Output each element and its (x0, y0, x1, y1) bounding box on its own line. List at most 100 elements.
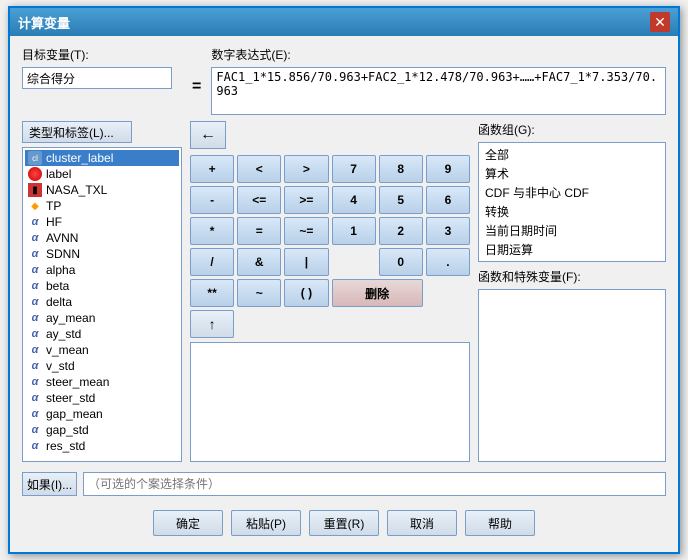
multiply-button[interactable]: * (190, 217, 234, 245)
alpha-icon: α (28, 375, 42, 389)
help-button[interactable]: 帮助 (465, 510, 535, 536)
func-group-item[interactable]: 日期运算 (481, 240, 663, 259)
divide-button[interactable]: / (190, 248, 234, 276)
condition-input[interactable] (83, 472, 666, 496)
reset-button[interactable]: 重置(R) (309, 510, 379, 536)
num9-button[interactable]: 9 (426, 155, 470, 183)
close-button[interactable]: ✕ (650, 12, 670, 32)
list-item[interactable]: α AVNN (25, 230, 179, 246)
list-item[interactable]: α res_std (25, 438, 179, 454)
and-button[interactable]: & (237, 248, 281, 276)
list-item[interactable]: α steer_std (25, 390, 179, 406)
num6-button[interactable]: 6 (426, 186, 470, 214)
expr-label: 数字表达式(E): (211, 46, 666, 63)
target-var-section: 目标变量(T): (22, 46, 182, 89)
func-group-item[interactable]: 日期创建 (481, 259, 663, 262)
list-item[interactable]: ◆ TP (25, 198, 179, 214)
target-var-label: 目标变量(T): (22, 46, 182, 63)
eq-button[interactable]: = (237, 217, 281, 245)
expr-section: 数字表达式(E): FAC1_1*15.856/70.963+FAC2_1*12… (211, 46, 666, 115)
func-special-list[interactable] (478, 289, 666, 462)
var-name: HF (46, 215, 62, 229)
bottom-section: 如果(I)... (22, 468, 666, 500)
type-label-button[interactable]: 类型和标签(L)... (22, 121, 132, 143)
num3-button[interactable]: 3 (426, 217, 470, 245)
list-item[interactable]: α beta (25, 278, 179, 294)
dialog-title: 计算变量 (18, 13, 70, 32)
list-item[interactable]: α gap_std (25, 422, 179, 438)
middle-section: 类型和标签(L)... cl cluster_label label ▮ NAS… (22, 121, 666, 462)
list-item[interactable]: α v_mean (25, 342, 179, 358)
expr-input[interactable]: FAC1_1*15.856/70.963+FAC2_1*12.478/70.96… (211, 67, 666, 115)
func-group-item[interactable]: 转换 (481, 202, 663, 221)
lte-button[interactable]: <= (237, 186, 281, 214)
list-item[interactable]: α gap_mean (25, 406, 179, 422)
diamond-icon: ◆ (28, 199, 42, 213)
gte-button[interactable]: >= (284, 186, 328, 214)
num1-button[interactable]: 1 (332, 217, 376, 245)
var-list[interactable]: cl cluster_label label ▮ NASA_TXL ◆ TP (22, 147, 182, 462)
dot-button[interactable]: . (426, 248, 470, 276)
paste-button[interactable]: 粘贴(P) (231, 510, 301, 536)
alpha-icon: α (28, 407, 42, 421)
ok-button[interactable]: 确定 (153, 510, 223, 536)
func-group-item[interactable]: 当前日期时间 (481, 221, 663, 240)
func-group-item[interactable]: 全部 (481, 145, 663, 164)
list-item[interactable]: label (25, 166, 179, 182)
minus-button[interactable]: - (190, 186, 234, 214)
alpha-icon: α (28, 327, 42, 341)
left-panel: 类型和标签(L)... cl cluster_label label ▮ NAS… (22, 121, 182, 462)
parens-button[interactable]: ( ) (284, 279, 328, 307)
lt-button[interactable]: < (237, 155, 281, 183)
up-arrow-button[interactable]: ↑ (190, 310, 234, 338)
func-group-item[interactable]: CDF 与非中心 CDF (481, 183, 663, 202)
gt-button[interactable]: > (284, 155, 328, 183)
title-bar: 计算变量 ✕ (10, 8, 678, 36)
func-group-section: 函数组(G): 全部 算术 CDF 与非中心 CDF 转换 当前日期时间 日期运… (478, 121, 666, 262)
power-button[interactable]: ** (190, 279, 234, 307)
num0-button[interactable]: 0 (379, 248, 423, 276)
cancel-button[interactable]: 取消 (387, 510, 457, 536)
list-item[interactable]: α HF (25, 214, 179, 230)
list-item[interactable]: cl cluster_label (25, 150, 179, 166)
back-arrow-button[interactable]: ← (190, 121, 226, 149)
tilde-button[interactable]: ~ (237, 279, 281, 307)
var-name: alpha (46, 263, 75, 277)
var-name: label (46, 167, 71, 181)
string-area[interactable] (190, 342, 470, 462)
list-item[interactable]: α delta (25, 294, 179, 310)
alpha-icon: α (28, 423, 42, 437)
func-group-item[interactable]: 算术 (481, 164, 663, 183)
func-group-list[interactable]: 全部 算术 CDF 与非中心 CDF 转换 当前日期时间 日期运算 日期创建 (478, 142, 666, 262)
list-item[interactable]: α steer_mean (25, 374, 179, 390)
target-var-input[interactable] (22, 67, 172, 89)
alpha-icon: α (28, 295, 42, 309)
list-item[interactable]: α ay_mean (25, 310, 179, 326)
var-name: NASA_TXL (46, 183, 107, 197)
alpha-icon: α (28, 311, 42, 325)
bar-icon: ▮ (28, 183, 42, 197)
list-item[interactable]: α ay_std (25, 326, 179, 342)
list-item[interactable]: α alpha (25, 262, 179, 278)
calculator-grid: + < > 7 8 9 - <= >= 4 5 6 * = ~= (190, 155, 470, 338)
list-item[interactable]: α v_std (25, 358, 179, 374)
num7-button[interactable]: 7 (332, 155, 376, 183)
num4-button[interactable]: 4 (332, 186, 376, 214)
delete-button[interactable]: 删除 (332, 279, 423, 307)
list-item[interactable]: ▮ NASA_TXL (25, 182, 179, 198)
var-name: v_mean (46, 343, 89, 357)
list-item[interactable]: α SDNN (25, 246, 179, 262)
num8-button[interactable]: 8 (379, 155, 423, 183)
var-name: steer_std (46, 391, 95, 405)
if-button[interactable]: 如果(I)... (22, 472, 77, 496)
equals-sign: = (192, 78, 201, 96)
var-name: beta (46, 279, 69, 293)
num2-button[interactable]: 2 (379, 217, 423, 245)
num5-button[interactable]: 5 (379, 186, 423, 214)
plus-button[interactable]: + (190, 155, 234, 183)
circle-icon (28, 167, 42, 181)
alpha-icon: α (28, 231, 42, 245)
neq-button[interactable]: ~= (284, 217, 328, 245)
or-button[interactable]: | (284, 248, 328, 276)
var-name: v_std (46, 359, 75, 373)
